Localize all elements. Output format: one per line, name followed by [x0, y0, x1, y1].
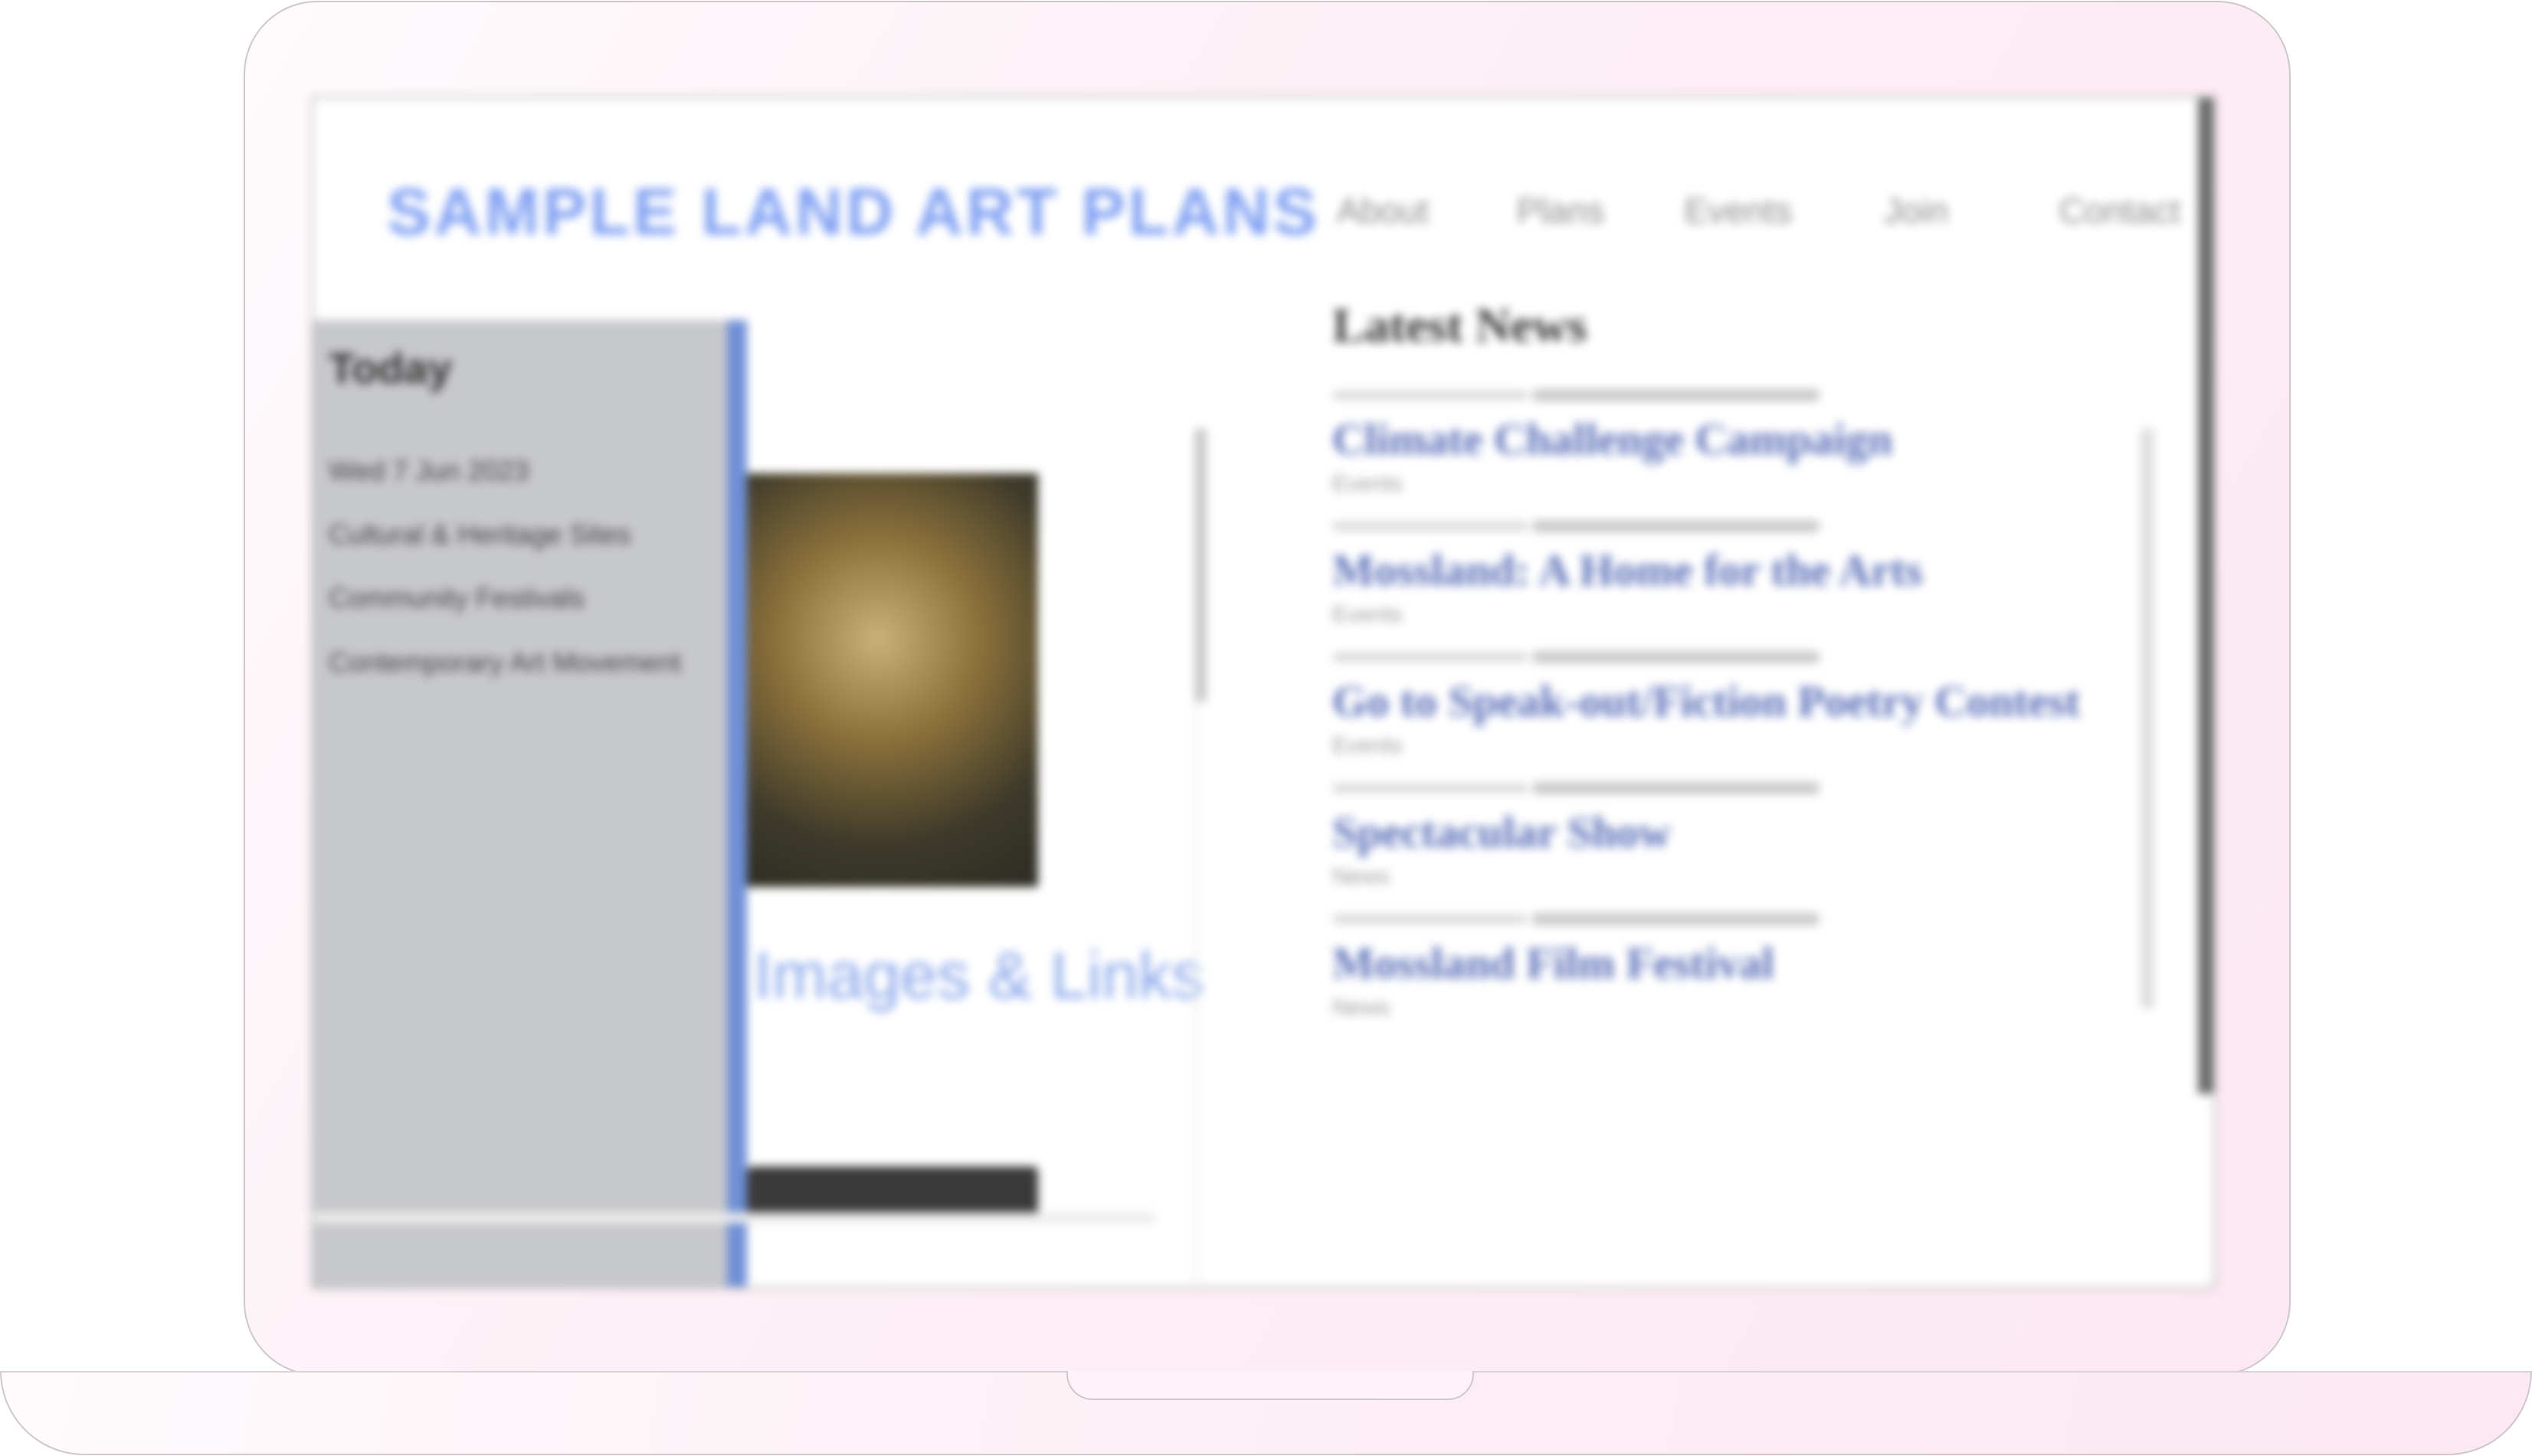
accent-bar: [727, 320, 747, 1287]
news-item: Mossland Film Festival News: [1332, 908, 2098, 1026]
nav-item-contact[interactable]: Contact: [2005, 190, 2213, 231]
news-meta: [1332, 515, 2098, 537]
panel-item-art[interactable]: Contemporary Art Movement: [329, 646, 712, 679]
feature-title[interactable]: Images & Links: [754, 937, 1204, 1016]
news-item: Go to Speak-out/Fiction Poetry Contest E…: [1332, 646, 2098, 764]
news-panel: Latest News Climate Challenge Campaign E…: [1332, 297, 2098, 1039]
carousel-scrollbar[interactable]: [1194, 427, 1207, 703]
news-scrollbar[interactable]: [2141, 427, 2154, 1009]
news-tag: Events: [1332, 733, 1403, 758]
nav-item-plans[interactable]: Plans: [1472, 190, 1649, 231]
nav-item-about[interactable]: About: [1294, 190, 1472, 231]
laptop-base: [0, 1371, 2532, 1455]
news-tag: News: [1332, 995, 1390, 1020]
feature-image[interactable]: [747, 473, 1038, 887]
main-nav: About Plans Events Join Contact: [1294, 190, 2213, 231]
news-link[interactable]: Spectacular Show: [1332, 807, 2098, 858]
site-header: SAMPLE LAND ART PLANS About Plans Events…: [313, 98, 2213, 320]
news-item: Climate Challenge Campaign Events: [1332, 384, 2098, 502]
divider: [1194, 703, 1197, 1285]
nav-item-events[interactable]: Events: [1649, 190, 1827, 231]
news-tag: News: [1332, 864, 1390, 889]
news-link[interactable]: Go to Speak-out/Fiction Poetry Contest: [1332, 676, 2098, 727]
news-title: Latest News: [1332, 298, 1587, 352]
panel-item-date: Wed 7 Jun 2023: [329, 455, 529, 486]
news-link[interactable]: Climate Challenge Campaign: [1332, 414, 2098, 465]
news-tag: Events: [1332, 602, 1403, 627]
footer-bar: [313, 1212, 1156, 1223]
nav-item-join[interactable]: Join: [1827, 190, 2005, 231]
news-tag: Events: [1332, 471, 1403, 496]
panel-item-festivals[interactable]: Community Festivals: [329, 581, 712, 614]
left-panel: Today Wed 7 Jun 2023 Cultural & Heritage…: [313, 320, 727, 1287]
news-meta: [1332, 646, 2098, 668]
news-link[interactable]: Mossland Film Festival: [1332, 937, 2098, 989]
news-meta: [1332, 777, 2098, 799]
laptop-notch: [1066, 1371, 1474, 1400]
news-item: Mossland: A Home for the Arts Events: [1332, 515, 2098, 633]
news-item: Spectacular Show News: [1332, 777, 2098, 895]
news-meta: [1332, 384, 2098, 406]
browser-screen: SAMPLE LAND ART PLANS About Plans Events…: [311, 96, 2216, 1289]
news-link[interactable]: Mossland: A Home for the Arts: [1332, 545, 2098, 596]
panel-item-heritage[interactable]: Cultural & Heritage Sites: [329, 518, 712, 551]
panel-title: Today: [329, 344, 452, 392]
news-meta: [1332, 908, 2098, 930]
page-scrollbar[interactable]: [2198, 98, 2213, 1094]
site-logo[interactable]: SAMPLE LAND ART PLANS: [387, 175, 1320, 250]
